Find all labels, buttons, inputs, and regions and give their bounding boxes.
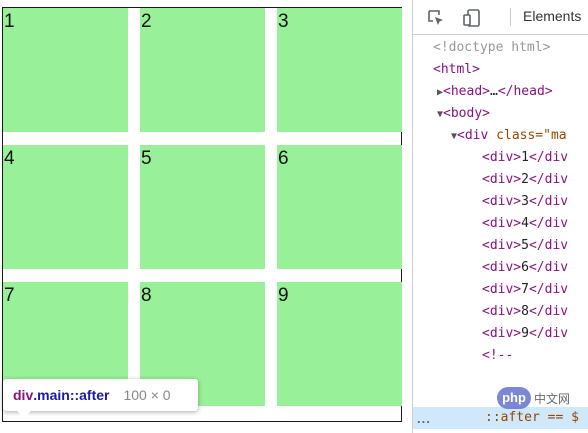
child-text: 1 bbox=[521, 150, 529, 165]
php-watermark: php 中文网 bbox=[497, 387, 570, 409]
after-pseudo-line[interactable]: ::after == $ bbox=[485, 407, 579, 429]
child-open-tag: <div> bbox=[482, 304, 522, 319]
devtools-panel: Elements <!doctype html> <html> ▶<head>…… bbox=[412, 0, 588, 433]
page-viewport: 1 2 3 4 5 6 7 8 9 div .main::after 100 × … bbox=[0, 0, 412, 433]
child-text: 9 bbox=[521, 326, 529, 341]
doctype-line[interactable]: <!doctype html> bbox=[433, 37, 550, 59]
grid-cell: 6 bbox=[277, 145, 402, 269]
head-ellipsis: … bbox=[490, 84, 498, 99]
grid-cell: 5 bbox=[140, 145, 265, 269]
child-open-tag: <div> bbox=[482, 282, 522, 297]
child-div-line[interactable]: <div>7</div bbox=[482, 279, 568, 301]
inspect-tooltip: div .main::after 100 × 0 bbox=[3, 379, 198, 418]
child-close-tag: </div bbox=[528, 260, 569, 275]
child-text: 6 bbox=[521, 260, 529, 275]
child-text: 5 bbox=[521, 238, 529, 253]
child-open-tag: <div> bbox=[482, 150, 522, 165]
grid-cell: 2 bbox=[140, 8, 265, 132]
child-text: 3 bbox=[521, 194, 529, 209]
child-text: 4 bbox=[521, 216, 529, 231]
child-open-tag: <div> bbox=[482, 216, 522, 231]
head-close-tag: </head> bbox=[497, 84, 553, 99]
child-open-tag: <div> bbox=[482, 194, 522, 209]
tooltip-pseudo: ::after bbox=[69, 387, 110, 403]
tooltip-tag: div bbox=[13, 387, 34, 403]
div-main-line[interactable]: ▼<div class="ma bbox=[451, 125, 567, 147]
grid-cell: 4 bbox=[3, 145, 128, 269]
devtools-toolbar: Elements bbox=[413, 0, 588, 35]
child-open-tag: <div> bbox=[482, 238, 522, 253]
child-text: 7 bbox=[521, 282, 529, 297]
div-class-attr: class="ma bbox=[496, 128, 567, 143]
child-close-tag: </div bbox=[528, 172, 569, 187]
body-line[interactable]: ▼<body> bbox=[437, 103, 490, 125]
node-actions-dots[interactable]: ... bbox=[417, 408, 431, 430]
child-open-tag: <div> bbox=[482, 260, 522, 275]
head-open-tag: <head> bbox=[443, 84, 490, 99]
tab-elements[interactable]: Elements bbox=[523, 8, 581, 24]
tooltip-size: 100 × 0 bbox=[123, 387, 171, 403]
child-close-tag: </div bbox=[528, 216, 569, 231]
child-div-line[interactable]: <div>5</div bbox=[482, 235, 568, 257]
grid-container: 1 2 3 4 5 6 7 8 9 bbox=[2, 7, 402, 422]
child-text: 8 bbox=[521, 304, 529, 319]
inspect-cursor-icon[interactable] bbox=[426, 8, 446, 28]
html-line[interactable]: <html> bbox=[433, 59, 480, 81]
child-close-tag: </div bbox=[528, 194, 569, 209]
child-div-line[interactable]: <div>3</div bbox=[482, 191, 568, 213]
watermark-text: 中文网 bbox=[534, 391, 571, 406]
comment-line[interactable]: <!-- bbox=[482, 345, 513, 367]
grid-cell: 1 bbox=[3, 8, 128, 132]
child-div-line[interactable]: <div>6</div bbox=[482, 257, 568, 279]
div-open-tag: <div bbox=[457, 128, 497, 143]
child-close-tag: </div bbox=[528, 304, 569, 319]
child-text: 2 bbox=[521, 172, 529, 187]
child-div-line[interactable]: <div>8</div bbox=[482, 301, 568, 323]
grid-cell: 9 bbox=[277, 282, 402, 406]
child-close-tag: </div bbox=[528, 150, 569, 165]
child-open-tag: <div> bbox=[482, 326, 522, 341]
body-open-tag: <body> bbox=[443, 106, 490, 121]
child-close-tag: </div bbox=[528, 282, 569, 297]
head-line[interactable]: ▶<head>…</head> bbox=[437, 81, 553, 103]
toolbar-separator bbox=[510, 8, 511, 26]
php-badge: php bbox=[497, 387, 531, 409]
child-div-line[interactable]: <div>4</div bbox=[482, 213, 568, 235]
child-div-line[interactable]: <div>2</div bbox=[482, 169, 568, 191]
child-close-tag: </div bbox=[528, 326, 569, 341]
grid-cell: 3 bbox=[277, 8, 402, 132]
child-open-tag: <div> bbox=[482, 172, 522, 187]
tooltip-class: .main bbox=[33, 387, 70, 403]
child-div-line[interactable]: <div>9</div bbox=[482, 323, 568, 345]
child-div-line[interactable]: <div>1</div bbox=[482, 147, 568, 169]
device-toolbar-icon[interactable] bbox=[462, 8, 482, 28]
child-close-tag: </div bbox=[528, 238, 569, 253]
